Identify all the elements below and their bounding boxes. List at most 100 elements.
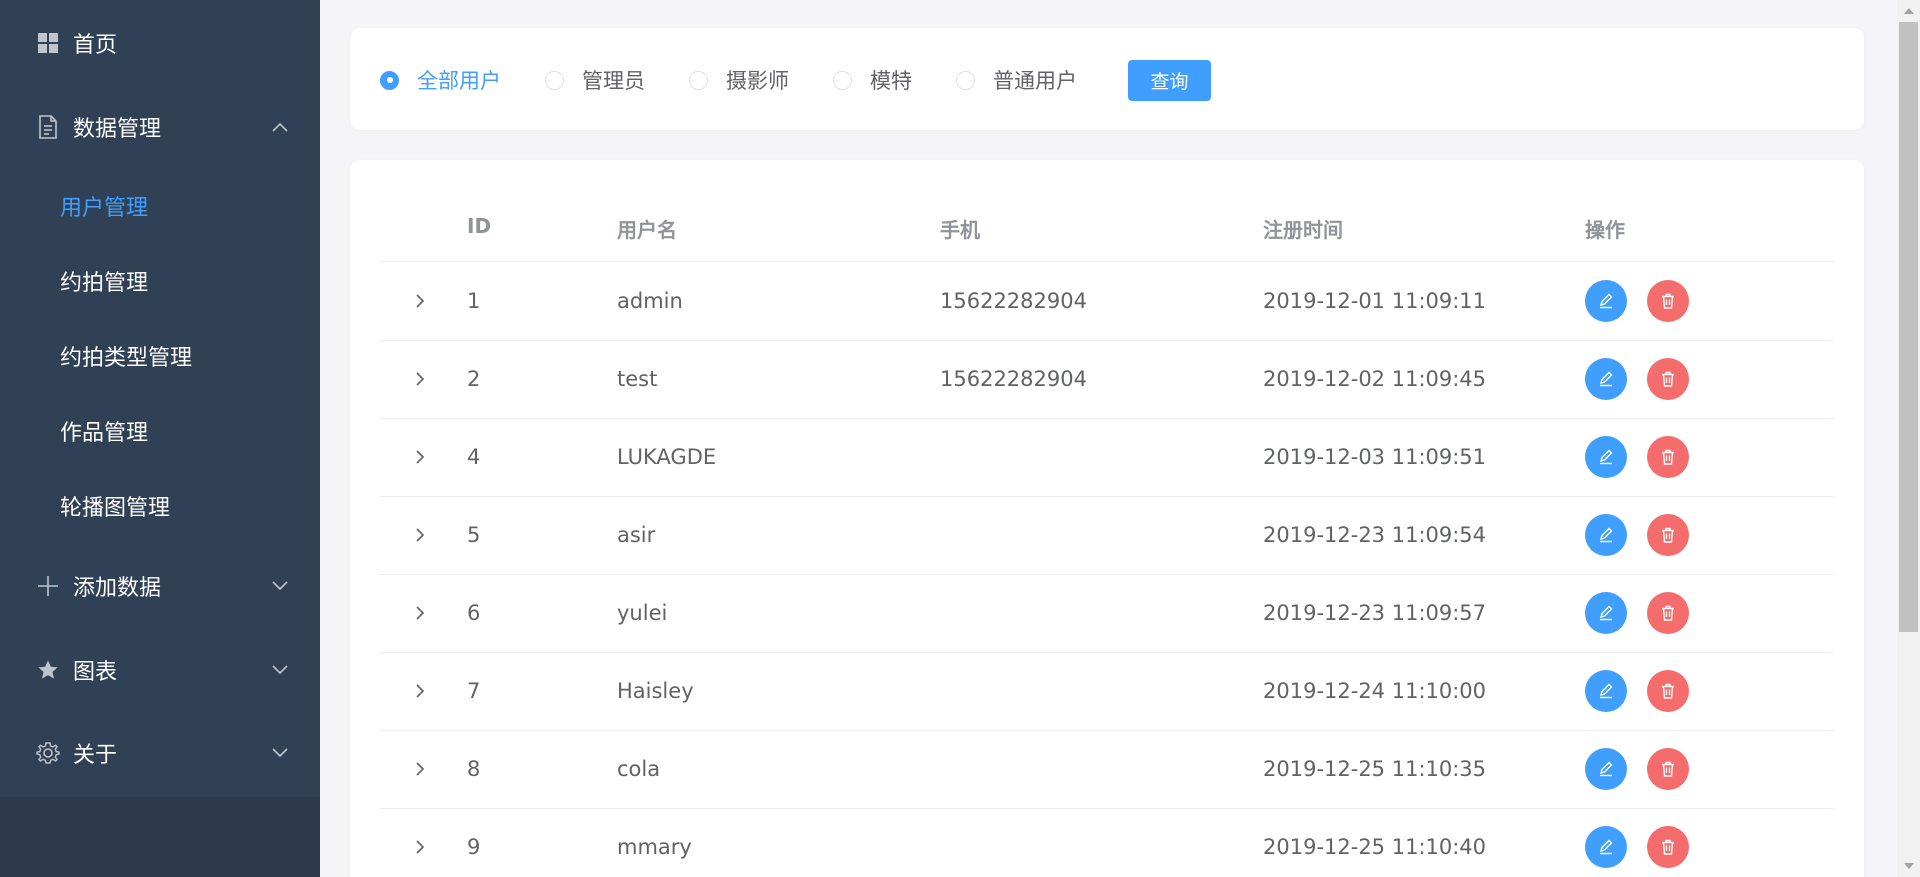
- menu-item-add-data[interactable]: 添加数据: [0, 558, 320, 614]
- edit-button[interactable]: [1585, 748, 1627, 790]
- trash-icon: [1662, 293, 1674, 309]
- radio-label: 模特: [870, 69, 912, 93]
- sidebar-item-shoot-management[interactable]: 约拍管理: [0, 253, 320, 309]
- table-row: 8 cola 2019-12-25 11:10:35: [380, 730, 1834, 808]
- trash-icon: [1662, 683, 1674, 699]
- radio-label: 普通用户: [993, 69, 1077, 93]
- table-row: 5 asir 2019-12-23 11:09:54: [380, 496, 1834, 574]
- edit-button[interactable]: [1585, 514, 1627, 556]
- edit-icon: [1599, 839, 1613, 855]
- delete-button[interactable]: [1647, 748, 1689, 790]
- edit-button[interactable]: [1585, 670, 1627, 712]
- chevron-right-icon[interactable]: [410, 496, 430, 574]
- sidebar-item-user-management[interactable]: 用户管理: [0, 178, 320, 234]
- chevron-right-icon[interactable]: [410, 262, 430, 340]
- cell-username: LUKAGDE: [617, 445, 717, 469]
- cell-id: 8: [467, 757, 481, 781]
- menu-item-data-management[interactable]: 数据管理: [0, 99, 320, 155]
- column-header-username: 用户名: [617, 218, 677, 242]
- sidebar-item-label: 用户管理: [60, 196, 149, 221]
- plus-icon: [36, 574, 60, 598]
- sidebar: 首页 数据管理 用户管理 约拍管理 约拍类型管理 作品管理 轮播图管理 添加数据…: [0, 0, 320, 877]
- edit-button[interactable]: [1585, 280, 1627, 322]
- column-header-actions: 操作: [1585, 218, 1625, 242]
- cell-username: yulei: [617, 601, 668, 625]
- table-row: 9 mmary 2019-12-25 11:10:40: [380, 808, 1834, 877]
- table-row: 6 yulei 2019-12-23 11:09:57: [380, 574, 1834, 652]
- delete-button[interactable]: [1647, 592, 1689, 634]
- delete-button[interactable]: [1647, 670, 1689, 712]
- menu-item-charts[interactable]: 图表: [0, 642, 320, 698]
- trash-icon: [1662, 839, 1674, 855]
- delete-button[interactable]: [1647, 514, 1689, 556]
- menu-item-home[interactable]: 首页: [0, 15, 320, 71]
- edit-button[interactable]: [1585, 436, 1627, 478]
- radio-label: 摄影师: [726, 69, 789, 93]
- cell-register-time: 2019-12-23 11:09:54: [1263, 523, 1487, 547]
- edit-button[interactable]: [1585, 358, 1627, 400]
- cell-register-time: 2019-12-25 11:10:35: [1263, 757, 1487, 781]
- menu-label-charts: 图表: [73, 660, 118, 685]
- cell-id: 5: [467, 523, 481, 547]
- radio-label: 管理员: [582, 69, 645, 93]
- cell-username: mmary: [617, 835, 692, 859]
- edit-button[interactable]: [1585, 592, 1627, 634]
- chevron-right-icon[interactable]: [410, 340, 430, 418]
- trash-icon: [1662, 605, 1674, 621]
- menu-item-about[interactable]: 关于: [0, 725, 320, 781]
- chevron-right-icon[interactable]: [410, 652, 430, 730]
- table-row: 4 LUKAGDE 2019-12-03 11:09:51: [380, 418, 1834, 496]
- delete-button[interactable]: [1647, 436, 1689, 478]
- radio-all-users[interactable]: 全部用户: [380, 65, 501, 95]
- cell-register-time: 2019-12-24 11:10:00: [1263, 679, 1487, 703]
- cell-id: 1: [467, 289, 481, 313]
- query-button[interactable]: 查询: [1128, 60, 1211, 101]
- grid-icon: [36, 31, 60, 55]
- scroll-up-arrow-icon[interactable]: [1899, 2, 1918, 20]
- edit-icon: [1599, 371, 1613, 387]
- edit-button[interactable]: [1585, 826, 1627, 868]
- cell-phone: 15622282904: [940, 289, 1087, 313]
- table-row: 1 admin 15622282904 2019-12-01 11:09:11: [380, 262, 1834, 340]
- trash-icon: [1662, 449, 1674, 465]
- scroll-down-arrow-icon[interactable]: [1899, 857, 1918, 875]
- cell-phone: 15622282904: [940, 367, 1087, 391]
- column-header-phone: 手机: [940, 218, 980, 242]
- sidebar-item-works-management[interactable]: 作品管理: [0, 403, 320, 459]
- radio-model[interactable]: 模特: [833, 65, 912, 95]
- delete-button[interactable]: [1647, 280, 1689, 322]
- trash-icon: [1662, 761, 1674, 777]
- trash-icon: [1662, 527, 1674, 543]
- chevron-right-icon[interactable]: [410, 808, 430, 877]
- cell-register-time: 2019-12-02 11:09:45: [1263, 367, 1487, 391]
- sidebar-item-label: 轮播图管理: [60, 496, 171, 521]
- delete-button[interactable]: [1647, 358, 1689, 400]
- app: 首页 数据管理 用户管理 约拍管理 约拍类型管理 作品管理 轮播图管理 添加数据…: [0, 0, 1920, 877]
- column-header-register-time: 注册时间: [1263, 218, 1343, 242]
- chevron-right-icon[interactable]: [410, 574, 430, 652]
- chevron-right-icon[interactable]: [410, 730, 430, 808]
- menu-label-home: 首页: [73, 33, 118, 58]
- radio-photographer[interactable]: 摄影师: [689, 65, 789, 95]
- column-header-id: ID: [467, 214, 492, 238]
- cell-id: 4: [467, 445, 481, 469]
- edit-icon: [1599, 605, 1613, 621]
- scrollbar-thumb[interactable]: [1899, 22, 1918, 632]
- radio-normal-user[interactable]: 普通用户: [956, 65, 1077, 95]
- sidebar-item-carousel-management[interactable]: 轮播图管理: [0, 478, 320, 534]
- cell-username: cola: [617, 757, 661, 781]
- radio-dot: [833, 70, 852, 90]
- radio-admin[interactable]: 管理员: [545, 65, 645, 95]
- cell-register-time: 2019-12-23 11:09:57: [1263, 601, 1487, 625]
- chevron-up-icon: [272, 119, 288, 135]
- table-row: 7 Haisley 2019-12-24 11:10:00: [380, 652, 1834, 730]
- table-row: 2 test 15622282904 2019-12-02 11:09:45: [380, 340, 1834, 418]
- cell-id: 9: [467, 835, 481, 859]
- cell-username: admin: [617, 289, 683, 313]
- sidebar-item-label: 作品管理: [60, 421, 149, 446]
- delete-button[interactable]: [1647, 826, 1689, 868]
- sidebar-item-shoot-type-management[interactable]: 约拍类型管理: [0, 328, 320, 384]
- menu-label-data-management: 数据管理: [73, 117, 162, 142]
- cell-username: asir: [617, 523, 656, 547]
- chevron-right-icon[interactable]: [410, 418, 430, 496]
